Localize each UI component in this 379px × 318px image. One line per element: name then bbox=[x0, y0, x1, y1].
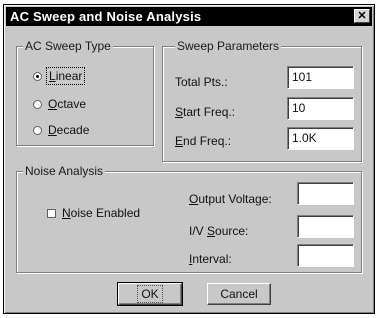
radio-decade[interactable]: Decade bbox=[33, 123, 89, 137]
noise-analysis-group: Noise Analysis Noise Enabled Output Volt… bbox=[16, 164, 362, 273]
iv-source-label: I/V Source: bbox=[189, 224, 249, 238]
sweep-parameters-legend: Sweep Parameters bbox=[175, 39, 282, 53]
title-bar[interactable]: AC Sweep and Noise Analysis ✕ bbox=[6, 7, 372, 26]
start-freq-label: Start Freq.: bbox=[175, 105, 236, 119]
ac-sweep-type-legend: AC Sweep Type bbox=[23, 39, 113, 53]
total-pts-label: Total Pts.: bbox=[175, 75, 228, 89]
ac-sweep-type-group: AC Sweep Type Linear Octave Decade bbox=[16, 39, 154, 146]
window-title: AC Sweep and Noise Analysis bbox=[10, 9, 202, 24]
radio-octave[interactable]: Octave bbox=[33, 97, 86, 111]
end-freq-field[interactable]: 1.0K bbox=[287, 127, 354, 150]
ok-button[interactable]: OK bbox=[117, 282, 183, 306]
radio-button[interactable] bbox=[33, 99, 42, 109]
ok-button-label: OK bbox=[137, 285, 163, 303]
radio-linear[interactable]: Linear bbox=[33, 67, 86, 85]
end-freq-label: End Freq.: bbox=[175, 134, 232, 148]
interval-label: Interval: bbox=[189, 252, 232, 266]
checkbox[interactable] bbox=[47, 208, 56, 218]
start-freq-field[interactable]: 10 bbox=[287, 97, 354, 120]
noise-enabled-checkbox[interactable]: Noise Enabled bbox=[47, 206, 140, 220]
noise-enabled-label: Noise Enabled bbox=[62, 206, 141, 220]
output-voltage-label: Output Voltage: bbox=[189, 192, 272, 206]
close-icon[interactable]: ✕ bbox=[354, 9, 370, 23]
interval-field[interactable] bbox=[297, 244, 354, 267]
noise-analysis-legend: Noise Analysis bbox=[23, 164, 106, 178]
sweep-parameters-group: Sweep Parameters Total Pts.: 101 Start F… bbox=[162, 39, 362, 162]
dialog-window: AC Sweep and Noise Analysis ✕ AC Sweep T… bbox=[3, 4, 375, 314]
radio-linear-label: Linear bbox=[45, 67, 86, 85]
output-voltage-field[interactable] bbox=[297, 182, 354, 205]
radio-octave-label: Octave bbox=[48, 97, 87, 111]
radio-decade-label: Decade bbox=[48, 123, 90, 137]
iv-source-field[interactable] bbox=[297, 215, 354, 238]
total-pts-field[interactable]: 101 bbox=[287, 66, 354, 89]
radio-button[interactable] bbox=[33, 125, 42, 135]
radio-button[interactable] bbox=[33, 71, 42, 81]
cancel-button[interactable]: Cancel bbox=[207, 283, 271, 305]
